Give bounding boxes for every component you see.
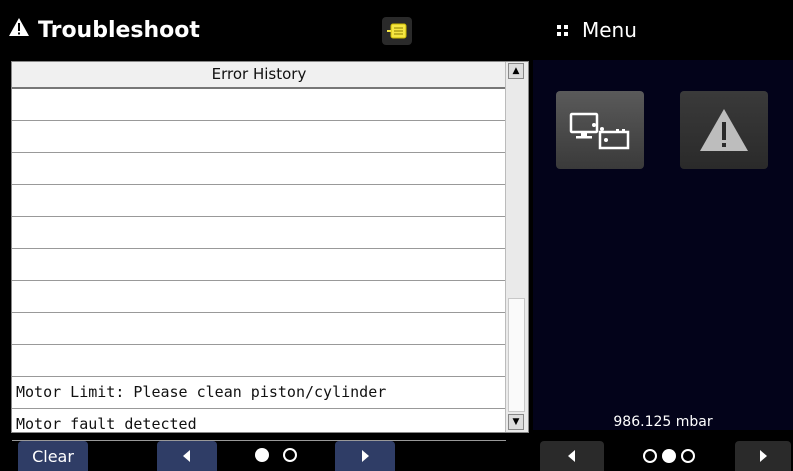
troubleshoot-screen: Troubleshoot Error History Motor Limit: … xyxy=(0,0,533,471)
menu-prev-button[interactable] xyxy=(540,441,604,471)
page-dot-1-active[interactable] xyxy=(255,448,269,462)
scroll-down-button[interactable]: ▼ xyxy=(508,414,524,430)
prev-page-button[interactable] xyxy=(157,441,217,471)
next-page-button[interactable] xyxy=(335,441,395,471)
chevron-left-icon xyxy=(183,450,190,462)
menu-header[interactable]: Menu xyxy=(557,18,637,42)
menu-title: Menu xyxy=(582,18,637,42)
error-history-header: Error History xyxy=(12,62,506,89)
scrollbar[interactable]: ▲ ▼ xyxy=(505,62,528,432)
menu-page-dot-3[interactable] xyxy=(681,449,695,463)
error-history-row[interactable] xyxy=(12,153,506,185)
menu-area xyxy=(533,60,793,430)
page-dot-2[interactable] xyxy=(283,448,297,462)
title-bar: Troubleshoot xyxy=(0,0,533,60)
grid-menu-icon xyxy=(557,24,568,36)
left-footer: Clear xyxy=(0,440,533,471)
error-history-list: Motor Limit: Please clean piston/cylinde… xyxy=(12,89,506,441)
note-icon[interactable] xyxy=(382,17,412,45)
menu-panel: Menu 986.125 mbar xyxy=(533,0,793,471)
error-history-row[interactable] xyxy=(12,217,506,249)
chevron-right-icon xyxy=(362,450,369,462)
error-history-row[interactable]: Motor Limit: Please clean piston/cylinde… xyxy=(12,377,506,409)
chevron-right-icon xyxy=(760,450,767,462)
error-history-row[interactable]: Motor fault detected xyxy=(12,409,506,441)
error-history-row[interactable] xyxy=(12,121,506,153)
troubleshoot-tile[interactable] xyxy=(680,91,768,169)
chevron-left-icon xyxy=(568,450,575,462)
clear-button-label: Clear xyxy=(32,446,74,466)
page-title-text: Troubleshoot xyxy=(38,17,200,43)
error-history-row[interactable] xyxy=(12,249,506,281)
display-settings-tile[interactable] xyxy=(556,91,644,169)
error-history-row[interactable] xyxy=(12,281,506,313)
scrollbar-thumb[interactable] xyxy=(508,298,525,412)
page-title: Troubleshoot xyxy=(8,17,200,43)
right-footer xyxy=(533,440,793,471)
error-history-row[interactable] xyxy=(12,89,506,121)
troubleshoot-warning-icon xyxy=(700,109,748,151)
error-history-panel: Error History Motor Limit: Please clean … xyxy=(11,61,529,441)
display-settings-icon xyxy=(569,112,630,150)
pressure-reading: 986.125 mbar xyxy=(613,414,713,430)
error-history-row[interactable] xyxy=(12,345,506,377)
clear-button[interactable]: Clear xyxy=(18,441,88,471)
scroll-up-button[interactable]: ▲ xyxy=(508,63,524,79)
warning-icon xyxy=(8,17,30,43)
menu-next-button[interactable] xyxy=(735,441,791,471)
menu-page-dot-1[interactable] xyxy=(643,449,657,463)
menu-page-dot-2-active[interactable] xyxy=(662,449,676,463)
error-history-row[interactable] xyxy=(12,185,506,217)
error-history-row[interactable] xyxy=(12,313,506,345)
